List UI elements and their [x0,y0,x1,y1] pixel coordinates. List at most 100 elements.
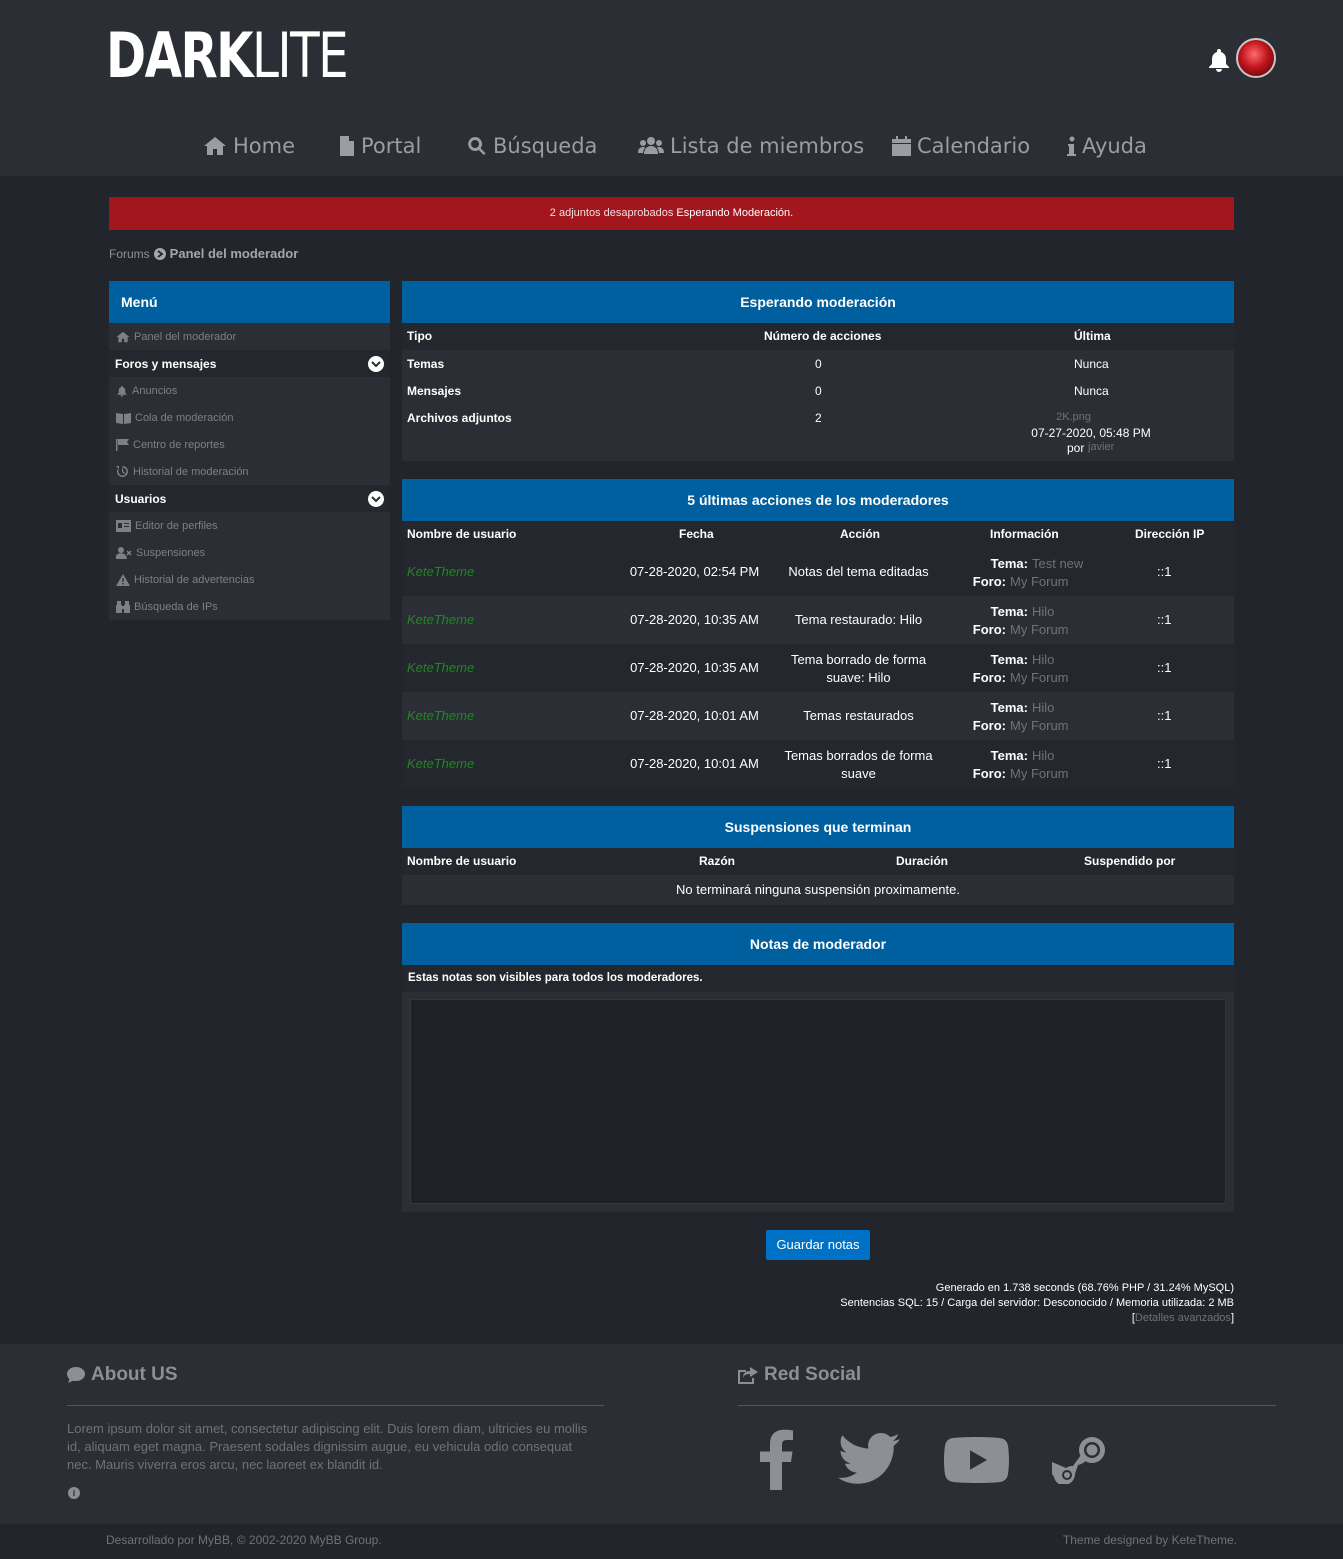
action-text: Temas borrados de forma [784,748,933,763]
about-title: About US [67,1364,178,1386]
suspensions-title: Suspensiones que terminan [402,806,1234,848]
moderator-user-link[interactable]: KeteTheme [407,660,474,675]
moderator-user-link[interactable]: KeteTheme [407,612,474,627]
tema-label: Tema: [990,700,1028,715]
nav-search[interactable]: Búsqueda [467,130,597,162]
moderator-user-link[interactable]: KeteTheme [407,708,474,723]
action-date: 07-28-2020, 10:01 AM [630,756,759,771]
menu-item-panel[interactable]: Panel del moderador [109,323,390,350]
suspensions-empty: No terminará ninguna suspensión proximam… [676,882,960,897]
main-nav: Home Portal Búsqueda Lista de miembros C… [0,130,1343,162]
moderator-user-link[interactable]: KeteTheme [407,564,474,579]
foro-label: Foro: [972,670,1006,685]
menu-item-warnings[interactable]: Historial de advertencias [109,566,390,593]
menu-section-users[interactable]: Usuarios [109,485,390,512]
users-icon [638,137,664,154]
actions-rows: KeteTheme 07-28-2020, 02:54 PM Notas del t… [402,548,1234,788]
foro-link[interactable]: My Forum [1010,718,1069,733]
moderator-menu: Menú Panel del moderador Foros y mensaje… [109,281,390,620]
table-row: KeteTheme 07-28-2020, 10:35 AM Tema borrad… [402,644,1234,692]
awaiting-title: Esperando moderación [402,281,1234,323]
youtube-icon[interactable] [944,1437,1009,1483]
info-icon[interactable]: i [68,1487,80,1499]
home-icon [116,331,130,342]
tema-link[interactable]: Hilo [1032,700,1054,715]
ip-address[interactable]: ::1 [1157,660,1171,675]
site-logo[interactable]: DARKLITE [106,22,349,90]
menu-item-mod-queue[interactable]: Cola de moderación [109,404,390,431]
awaiting-moderation-panel: Esperando moderación Tipo Número de acci… [402,281,1234,461]
nav-home[interactable]: Home [203,130,295,162]
foro-link[interactable]: My Forum [1010,622,1069,637]
bell-icon[interactable] [1207,47,1231,73]
foro-link[interactable]: My Forum [1010,670,1069,685]
nav-help[interactable]: Ayuda [1067,130,1147,162]
menu-item-reports[interactable]: Centro de reportes [109,431,390,458]
warning-icon [116,573,130,586]
chevron-down-icon[interactable] [368,355,384,372]
chevron-down-icon[interactable] [368,490,384,507]
menu-section-forums[interactable]: Foros y mensajes [109,350,390,377]
footer: About US Red Social Lorem ipsum dolor si… [0,1344,1343,1524]
user-times-icon [116,546,132,559]
about-text: Lorem ipsum dolor sit amet, consectetur … [67,1421,588,1472]
steam-icon[interactable] [1052,1436,1108,1484]
breadcrumb-current: Panel del moderador [169,246,299,261]
col-last: Última [1074,329,1111,343]
calendar-icon [892,136,911,156]
action-text-line2: suave [841,766,876,781]
tema-link[interactable]: Hilo [1032,604,1054,619]
action-text: Temas restaurados [803,708,914,723]
ip-address[interactable]: ::1 [1157,756,1171,771]
menu-item-mod-log[interactable]: Historial de moderación [109,458,390,485]
tema-link[interactable]: Test new [1032,556,1083,571]
nav-portal[interactable]: Portal [339,130,421,162]
menu-title: Menú [109,281,390,323]
ip-address[interactable]: ::1 [1157,564,1171,579]
action-date: 07-28-2020, 10:35 AM [630,612,759,627]
divider [67,1405,604,1406]
notes-title: Notas de moderador [402,923,1234,965]
foro-link[interactable]: My Forum [1010,766,1069,781]
save-notes-button[interactable]: Guardar notas [766,1230,870,1260]
designer-credit: Theme designed by KeteTheme. [1062,1533,1237,1547]
user-avatar[interactable] [1236,38,1276,78]
facebook-icon[interactable] [759,1428,795,1490]
book-icon [116,412,131,424]
alert-link[interactable]: Esperando Moderación. [676,207,793,219]
actions-header: Nombre de usuario Fecha Acción Informaci… [402,521,1234,548]
table-row: KeteTheme 07-28-2020, 10:01 AM Temas resta… [402,692,1234,740]
action-text-line2: suave: Hilo [826,670,891,685]
home-icon [204,137,226,155]
advanced-details-link[interactable]: Detalles avanzados [1135,1312,1231,1324]
ip-address[interactable]: ::1 [1157,708,1171,723]
file-icon [340,136,354,156]
tema-label: Tema: [990,748,1028,763]
notes-subtitle: Estas notas son visibles para todos los … [402,965,1234,992]
foro-label: Foro: [972,766,1006,781]
awaiting-header: Tipo Número de acciones Última [402,323,1234,350]
nav-members[interactable]: Lista de miembros [638,130,864,162]
menu-item-ip-search[interactable]: Búsqueda de IPs [109,593,390,620]
table-row: KeteTheme 07-28-2020, 02:54 PM Notas del t… [402,548,1234,596]
menu-item-bans[interactable]: Suspensiones [109,539,390,566]
tema-link[interactable]: Hilo [1032,748,1054,763]
foro-link[interactable]: My Forum [1010,574,1069,589]
menu-item-announcements[interactable]: Anuncios [109,377,390,404]
ip-address[interactable]: ::1 [1157,612,1171,627]
tema-link[interactable]: Hilo [1032,652,1054,667]
breadcrumb-forums[interactable]: Forums [109,247,150,261]
suspensions-header: Nombre de usuario Razón Duración Suspend… [402,848,1234,875]
table-row: KeteTheme 07-28-2020, 10:01 AM Temas borra… [402,740,1234,788]
mod-notes-panel: Notas de moderador Estas notas son visib… [402,923,1234,1212]
nav-calendar[interactable]: Calendario [892,130,1030,162]
info-icon [1067,136,1076,156]
menu-item-profile-editor[interactable]: Editor de perfiles [109,512,390,539]
notes-textarea[interactable] [410,999,1226,1204]
copyright-text: Desarrollado por MyBB, © 2002-2020 MyBB … [106,1533,382,1547]
share-square-icon [738,1366,758,1384]
attachment-link[interactable]: 2K.png [402,411,1091,423]
twitter-icon[interactable] [838,1433,900,1485]
user-link[interactable]: javier [1088,441,1114,453]
moderator-user-link[interactable]: KeteTheme [407,756,474,771]
